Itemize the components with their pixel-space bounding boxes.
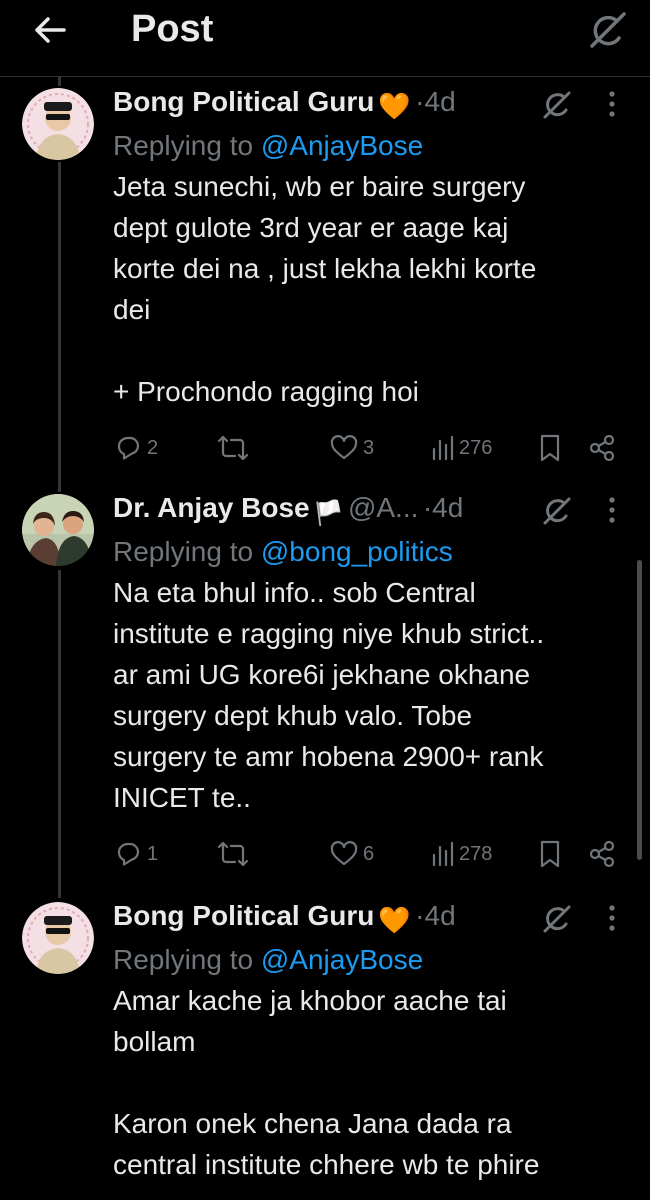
like-count: 6 bbox=[363, 842, 375, 865]
views-button[interactable]: 276 bbox=[431, 428, 492, 468]
reply-count: 1 bbox=[147, 842, 159, 865]
views-icon bbox=[432, 841, 454, 867]
repost-button[interactable] bbox=[217, 834, 249, 874]
repost-button[interactable] bbox=[217, 428, 249, 468]
author-handle[interactable]: @A... bbox=[348, 492, 418, 523]
replying-to: Replying to @bong_politics bbox=[113, 532, 630, 572]
more-options-icon[interactable] bbox=[599, 492, 625, 528]
tweet-text: Amar kache ja khobor aache tai bollam Ka… bbox=[113, 985, 540, 1180]
tweet-text: Jeta sunechi, wb er baire surgery dept g… bbox=[113, 171, 537, 407]
bookmark-icon bbox=[540, 840, 560, 868]
like-button[interactable]: 3 bbox=[329, 428, 374, 468]
author-name[interactable]: Dr. Anjay Bose bbox=[113, 492, 310, 523]
bookmark-icon bbox=[540, 434, 560, 462]
timestamp[interactable]: 4d bbox=[425, 900, 456, 931]
reply-icon bbox=[117, 842, 140, 866]
orange-heart-emoji: 🧡 bbox=[378, 905, 411, 935]
views-icon bbox=[432, 435, 454, 461]
grok-icon bbox=[590, 12, 626, 48]
avatar[interactable] bbox=[22, 902, 94, 974]
separator-dot: · bbox=[415, 900, 425, 931]
mention-link[interactable]: @AnjayBose bbox=[261, 130, 423, 161]
replying-to: Replying to @AnjayBose bbox=[113, 940, 630, 980]
reply-count: 2 bbox=[147, 436, 159, 459]
tweet[interactable]: Bong Political Guru 🧡 ·4d Replying to @An… bbox=[0, 86, 650, 486]
author-name[interactable]: Bong Political Guru bbox=[113, 86, 374, 117]
white-flag-emoji: 🏳️ bbox=[313, 500, 344, 527]
replying-to: Replying to @AnjayBose bbox=[113, 126, 630, 166]
author-name[interactable]: Bong Political Guru bbox=[113, 900, 374, 931]
tweet-text: Na eta bhul info.. sob Central institute… bbox=[113, 577, 545, 813]
replying-prefix: Replying to bbox=[113, 130, 261, 161]
back-button[interactable] bbox=[28, 10, 76, 50]
tweet[interactable]: Bong Political Guru 🧡 ·4d Replying to @An… bbox=[0, 900, 650, 1200]
timestamp[interactable]: 4d bbox=[425, 86, 456, 117]
orange-heart-emoji: 🧡 bbox=[378, 91, 411, 121]
grok-button[interactable] bbox=[584, 8, 630, 52]
like-count: 3 bbox=[363, 436, 375, 459]
repost-icon bbox=[217, 435, 249, 461]
heart-icon bbox=[330, 841, 358, 866]
reply-button[interactable]: 1 bbox=[113, 834, 158, 874]
tweet[interactable]: Dr. Anjay Bose 🏳️ @A... ·4d Replying to @… bbox=[0, 492, 650, 892]
top-bar: Post bbox=[0, 0, 650, 77]
page-title: Post bbox=[131, 8, 214, 50]
view-count: 276 bbox=[459, 436, 493, 459]
share-icon bbox=[589, 434, 615, 462]
like-button[interactable]: 6 bbox=[329, 834, 374, 874]
more-options-icon[interactable] bbox=[599, 86, 625, 122]
mention-link[interactable]: @AnjayBose bbox=[261, 944, 423, 975]
share-icon bbox=[589, 840, 615, 868]
bookmark-button[interactable] bbox=[538, 834, 562, 874]
share-button[interactable] bbox=[587, 834, 617, 874]
repost-icon bbox=[217, 841, 249, 867]
grok-icon[interactable] bbox=[540, 88, 574, 122]
reply-button[interactable]: 2 bbox=[113, 428, 158, 468]
more-options-icon[interactable] bbox=[599, 900, 625, 936]
scrollbar[interactable] bbox=[637, 560, 642, 860]
share-button[interactable] bbox=[587, 428, 617, 468]
avatar[interactable] bbox=[22, 88, 94, 160]
replying-prefix: Replying to bbox=[113, 944, 261, 975]
avatar[interactable] bbox=[22, 494, 94, 566]
view-count: 278 bbox=[459, 842, 493, 865]
action-bar: 2 3 276 bbox=[113, 428, 633, 468]
grok-icon[interactable] bbox=[540, 494, 574, 528]
action-bar: 1 6 278 bbox=[113, 834, 633, 874]
replying-prefix: Replying to bbox=[113, 536, 261, 567]
bookmark-button[interactable] bbox=[538, 428, 562, 468]
heart-icon bbox=[330, 435, 358, 460]
reply-icon bbox=[117, 436, 140, 460]
arrow-left-icon bbox=[35, 17, 66, 43]
mention-link[interactable]: @bong_politics bbox=[261, 536, 453, 567]
timestamp[interactable]: 4d bbox=[432, 492, 463, 523]
separator-dot: · bbox=[422, 492, 433, 523]
thread-line bbox=[58, 76, 61, 86]
separator-dot: · bbox=[415, 86, 425, 117]
grok-icon[interactable] bbox=[540, 902, 574, 936]
views-button[interactable]: 278 bbox=[431, 834, 492, 874]
